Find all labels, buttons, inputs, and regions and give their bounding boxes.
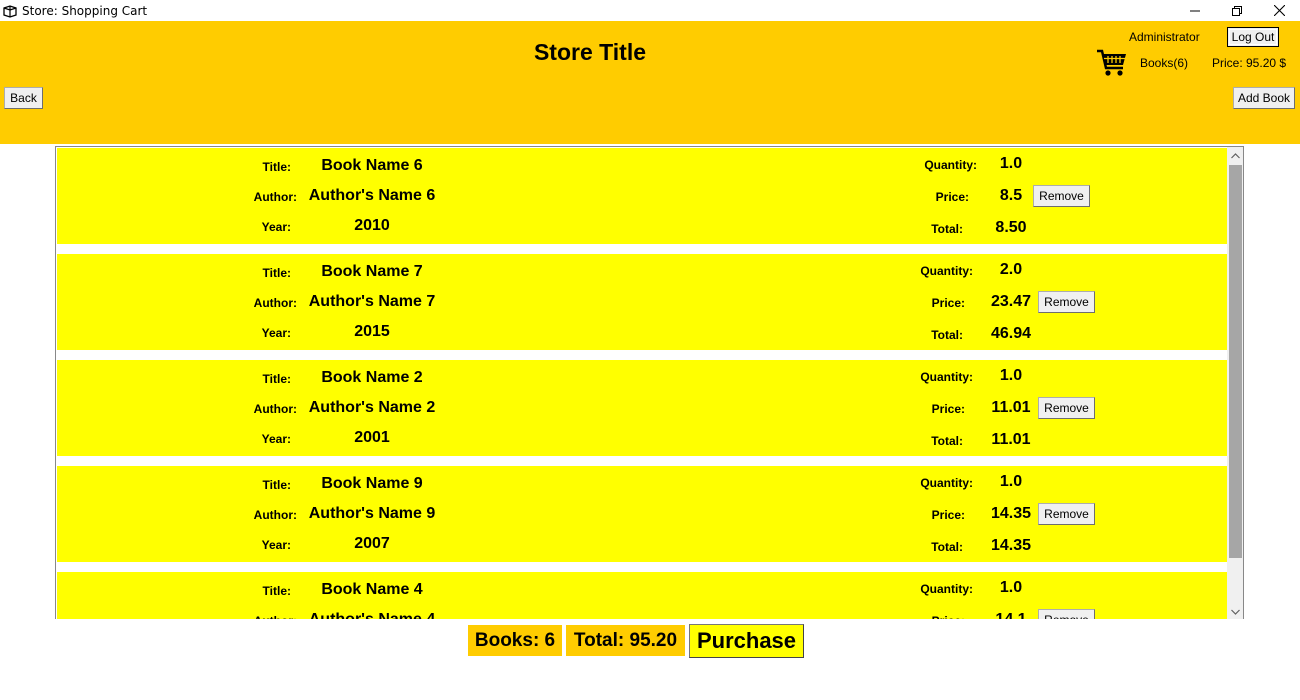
remove-button[interactable]: Remove — [1038, 397, 1095, 419]
restore-icon[interactable] — [1216, 0, 1258, 21]
remove-button[interactable]: Remove — [1038, 291, 1095, 313]
book-year: 2015 — [354, 323, 390, 340]
book-year: 2010 — [354, 217, 390, 234]
remove-button[interactable]: Remove — [1038, 503, 1095, 525]
close-icon[interactable] — [1258, 0, 1300, 21]
item-price: 23.47 — [990, 293, 1032, 310]
book-title: Book Name 9 — [321, 475, 423, 492]
store-title: Store Title — [533, 39, 647, 65]
cart-icon[interactable] — [1096, 47, 1128, 79]
window-controls — [1174, 0, 1300, 21]
total-label: Total: — [931, 540, 963, 554]
total-label: Total: — [931, 222, 963, 236]
book-author: Author's Name 7 — [308, 293, 436, 310]
price-label: Price: — [903, 614, 965, 619]
book-title: Book Name 4 — [321, 581, 423, 598]
vertical-scrollbar[interactable] — [1227, 147, 1243, 619]
book-year: 2007 — [354, 535, 390, 552]
logout-button[interactable]: Log Out — [1227, 27, 1279, 47]
item-quantity: 1.0 — [999, 473, 1023, 490]
total-label: Total: — [931, 328, 963, 342]
book-author: Author's Name 2 — [308, 399, 436, 416]
remove-button[interactable]: Remove — [1038, 609, 1095, 619]
scroll-thumb[interactable] — [1229, 165, 1242, 558]
store-header: Store Title Administrator Log Out Books(… — [0, 21, 1300, 144]
scroll-up-icon[interactable] — [1227, 147, 1243, 164]
footer-total: Total: 95.20 — [566, 625, 685, 656]
item-price: 14.35 — [990, 505, 1032, 522]
remove-button[interactable]: Remove — [1033, 185, 1090, 207]
item-quantity: 1.0 — [999, 579, 1023, 596]
item-quantity: 2.0 — [999, 261, 1023, 278]
cart-price: Price: 95.20 $ — [1212, 56, 1287, 70]
item-price: 8.5 — [999, 187, 1023, 204]
book-title: Book Name 2 — [321, 369, 423, 386]
item-price: 11.01 — [991, 399, 1031, 416]
quantity-label: Quantity: — [920, 370, 973, 384]
item-total: 8.50 — [995, 219, 1027, 236]
total-label: Total: — [931, 434, 963, 448]
cart-item: Title: Book Name 7 Author: Author's Name… — [57, 254, 1227, 350]
item-total: 46.94 — [990, 325, 1032, 342]
quantity-label: Quantity: — [920, 264, 973, 278]
cart-item: Title: Book Name 9 Author: Author's Name… — [57, 466, 1227, 562]
user-name: Administrator — [1129, 30, 1200, 44]
price-label: Price: — [935, 190, 969, 204]
cart-books-count: Books(6) — [1140, 56, 1189, 70]
add-book-button[interactable]: Add Book — [1233, 87, 1295, 109]
cart-item: Title: Book Name 2 Author: Author's Name… — [57, 360, 1227, 456]
back-button[interactable]: Back — [4, 87, 43, 109]
quantity-label: Quantity: — [924, 158, 977, 172]
price-label: Price: — [931, 508, 965, 522]
cart-item: Title: Book Name 4 Author: Author's Name… — [57, 572, 1227, 619]
quantity-label: Quantity: — [920, 582, 973, 596]
book-year: 2001 — [354, 429, 390, 446]
window-title: Store: Shopping Cart — [22, 3, 148, 18]
footer-books-count: Books: 6 — [468, 625, 562, 656]
book-author: Author's Name 9 — [308, 505, 436, 522]
item-price: 14.1 — [985, 611, 1037, 619]
scroll-down-icon[interactable] — [1227, 603, 1243, 619]
purchase-button[interactable]: Purchase — [689, 624, 804, 658]
item-total: 14.35 — [990, 537, 1032, 554]
cart-item-list[interactable]: Title: Book Name 6 Author: Author's Name… — [55, 146, 1244, 619]
item-quantity: 1.0 — [999, 367, 1023, 384]
cart-item: Title: Book Name 6 Author: Author's Name… — [57, 148, 1227, 244]
book-author: Author's Name 4 — [282, 611, 462, 619]
book-author: Author's Name 6 — [308, 187, 436, 204]
book-icon — [3, 4, 17, 18]
window-titlebar: Store: Shopping Cart — [0, 0, 1300, 21]
quantity-label: Quantity: — [920, 476, 973, 490]
price-label: Price: — [931, 296, 965, 310]
price-label: Price: — [931, 402, 965, 416]
item-quantity: 1.0 — [999, 155, 1023, 172]
book-title: Book Name 6 — [321, 157, 423, 174]
item-total: 11.01 — [991, 431, 1031, 448]
minimize-icon[interactable] — [1174, 0, 1216, 21]
book-title: Book Name 7 — [321, 263, 423, 280]
